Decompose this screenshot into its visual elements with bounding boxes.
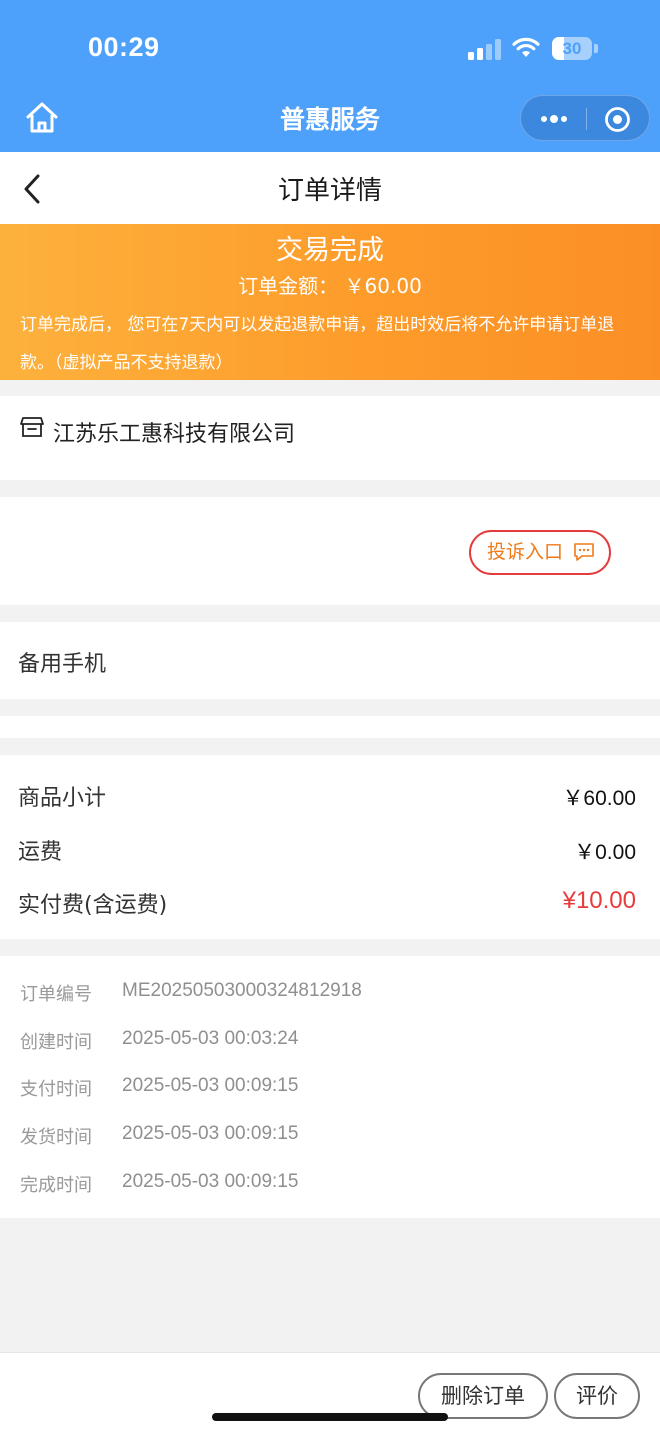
complaint-label: 投诉入口 <box>487 541 564 563</box>
empty-section <box>0 716 660 738</box>
shipping-label: 运费 <box>18 840 63 865</box>
battery-icon: 30 <box>552 37 592 60</box>
paid-value: ¥10.00 <box>562 887 636 914</box>
order-number[interactable]: ME20250503000324812918 <box>122 980 362 1002</box>
backup-phone-label: 备用手机 <box>18 652 107 677</box>
action-bar: 删除订单 评价 <box>0 1352 660 1434</box>
home-indicator[interactable] <box>212 1413 448 1421</box>
shop-name: 江苏乐工惠科技有限公司 <box>53 422 296 447</box>
info-label: 支付时间 <box>20 1079 92 1100</box>
info-label: 完成时间 <box>20 1175 92 1196</box>
order-status-banner: 交易完成 订单金额： ￥60.00 订单完成后， 您可在7天内可以发起退款申请，… <box>0 224 660 380</box>
shipping-row: 运费 ￥0.00 <box>0 834 660 874</box>
shop-card[interactable]: 江苏乐工惠科技有限公司 <box>0 396 660 480</box>
info-label: 创建时间 <box>20 1032 92 1053</box>
paid-label: 实付费(含运费) <box>18 893 168 918</box>
info-label: 发货时间 <box>20 1127 92 1148</box>
battery-tip <box>594 44 598 53</box>
shipping-value: ￥0.00 <box>574 841 636 864</box>
message-icon <box>574 543 594 561</box>
subtotal-row: 商品小计 ￥60.00 <box>0 780 660 820</box>
paid-time-row: 支付时间 2025-05-03 00:09:15 <box>0 1075 660 1105</box>
paid-time: 2025-05-03 00:09:15 <box>122 1075 299 1096</box>
mini-program-capsule <box>520 95 650 141</box>
status-time: 00:29 <box>88 32 160 62</box>
shipped-time: 2025-05-03 00:09:15 <box>122 1123 299 1144</box>
app-header: 00:29 30 普惠服务 <box>0 0 660 152</box>
completed-time: 2025-05-03 00:09:15 <box>122 1171 299 1192</box>
order-amount: 订单金额： ￥60.00 <box>238 274 422 298</box>
created-time-row: 创建时间 2025-05-03 00:03:24 <box>0 1028 660 1058</box>
subtotal-label: 商品小计 <box>18 786 107 811</box>
nav-bar: 订单详情 <box>0 152 660 224</box>
cost-summary: 商品小计 ￥60.00 运费 ￥0.00 实付费(含运费) ¥10.00 <box>0 755 660 939</box>
cellular-signal-icon <box>468 38 502 60</box>
shop-icon <box>20 417 44 437</box>
subtotal-value: ￥60.00 <box>562 787 636 810</box>
rate-button[interactable]: 评价 <box>554 1373 640 1419</box>
close-miniprogram-icon[interactable] <box>604 106 631 133</box>
capsule-divider <box>586 108 587 130</box>
complaint-card: 投诉入口 <box>0 497 660 605</box>
paid-row: 实付费(含运费) ¥10.00 <box>0 887 660 927</box>
shipped-time-row: 发货时间 2025-05-03 00:09:15 <box>0 1123 660 1153</box>
order-info: 订单编号 ME20250503000324812918 创建时间 2025-05… <box>0 956 660 1218</box>
more-icon[interactable] <box>539 106 569 132</box>
completed-time-row: 完成时间 2025-05-03 00:09:15 <box>0 1171 660 1201</box>
order-detail-page: 00:29 30 普惠服务 订单详情 交易完成 订单金额： ￥60.00 订单完… <box>0 0 660 1434</box>
order-status-text: 交易完成 <box>276 235 384 266</box>
order-number-row: 订单编号 ME20250503000324812918 <box>0 980 660 1010</box>
wifi-icon <box>512 37 540 57</box>
backup-phone-card[interactable]: 备用手机 <box>0 622 660 699</box>
info-label: 订单编号 <box>20 984 92 1005</box>
refund-notice: 订单完成后， 您可在7天内可以发起退款申请，超出时效后将不允许申请订单退款。（虚… <box>20 315 615 373</box>
created-time: 2025-05-03 00:03:24 <box>122 1028 299 1049</box>
page-title: 订单详情 <box>277 176 382 206</box>
complaint-button[interactable]: 投诉入口 <box>469 530 611 575</box>
battery-level: 30 <box>562 39 582 58</box>
